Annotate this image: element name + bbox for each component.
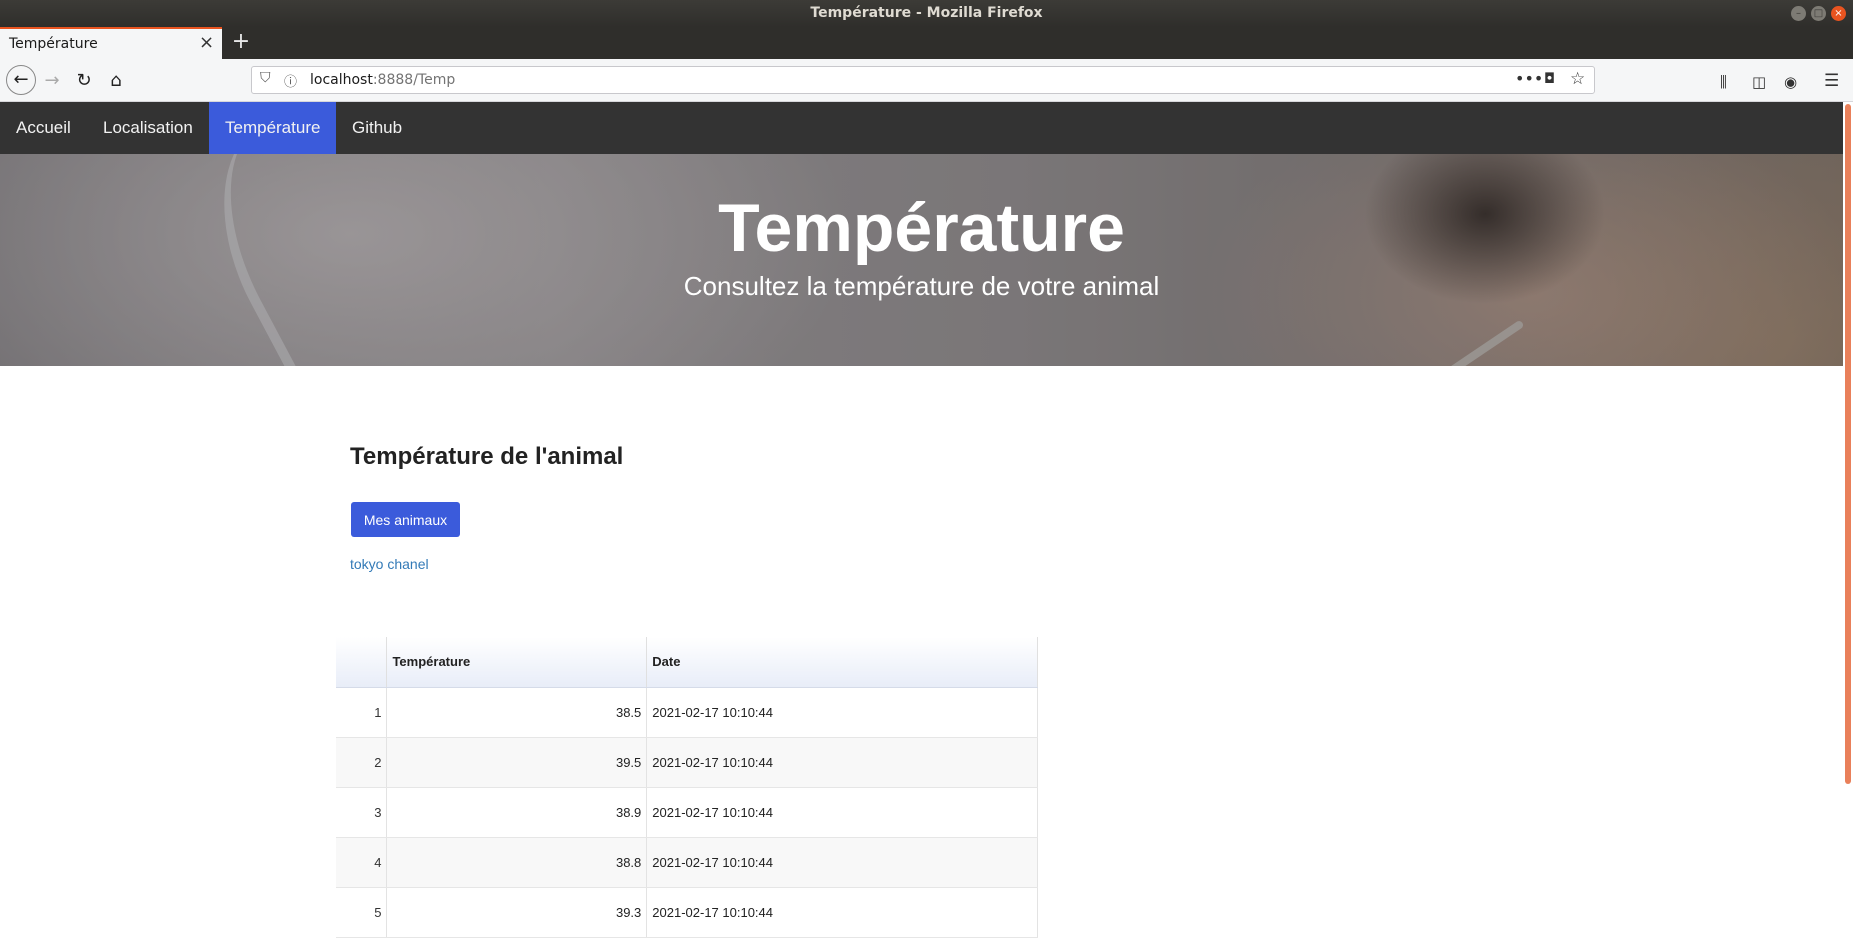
my-animals-button[interactable]: Mes animaux (351, 502, 460, 537)
nav-link-accueil[interactable]: Accueil (0, 102, 87, 154)
header-index[interactable] (336, 637, 388, 688)
window-title: Température - Mozilla Firefox (810, 5, 1043, 21)
section-title: Température de l'animal (350, 443, 624, 470)
nav-link-github[interactable]: Github (336, 102, 418, 154)
maximize-icon[interactable]: □ (1811, 6, 1826, 21)
row-index: 4 (336, 837, 388, 888)
hamburger-menu-icon[interactable]: ☰ (1824, 71, 1839, 91)
table-row[interactable]: 5 39.3 2021-02-17 10:10:44 (336, 887, 1038, 938)
hero-subtitle: Consultez la température de votre animal (683, 271, 1160, 301)
row-index: 2 (336, 737, 388, 788)
row-index: 1 (336, 687, 388, 738)
page-scrollbar[interactable] (1843, 102, 1853, 948)
library-icon[interactable]: ⫼ (1720, 73, 1727, 91)
browser-tab[interactable]: Température × (0, 27, 222, 59)
page-viewport: Accueil Localisation Température Github … (0, 102, 1853, 948)
hero-title: Température (718, 190, 1125, 266)
nav-link-localisation[interactable]: Localisation (87, 102, 209, 154)
row-date: 2021-02-17 10:10:44 (646, 887, 1038, 938)
table-row[interactable]: 1 38.5 2021-02-17 10:10:44 (336, 687, 1038, 738)
url-bar[interactable]: ⛉ ⓘ localhost:8888/Temp ••• ◘ ☆ (251, 66, 1595, 94)
url-host: localhost (310, 72, 373, 88)
site-navbar: Accueil Localisation Température Github (0, 102, 1843, 154)
row-date: 2021-02-17 10:10:44 (646, 837, 1038, 888)
row-index: 5 (336, 887, 388, 938)
back-icon[interactable]: ← (6, 65, 36, 95)
forward-icon[interactable]: → (38, 67, 66, 95)
row-date: 2021-02-17 10:10:44 (646, 687, 1038, 738)
close-tab-icon[interactable]: × (199, 32, 214, 53)
minimize-icon[interactable]: – (1791, 6, 1806, 21)
row-temperature: 39.3 (386, 887, 648, 938)
row-date: 2021-02-17 10:10:44 (646, 737, 1038, 788)
home-icon[interactable]: ⌂ (102, 67, 130, 95)
table-row[interactable]: 4 38.8 2021-02-17 10:10:44 (336, 837, 1038, 888)
shield-icon[interactable]: ⛉ (260, 70, 271, 86)
new-tab-icon[interactable]: + (231, 27, 251, 59)
row-temperature: 38.9 (386, 787, 648, 838)
header-date[interactable]: Date (646, 637, 1038, 688)
row-date: 2021-02-17 10:10:44 (646, 787, 1038, 838)
bookmark-star-icon[interactable]: ☆ (1570, 69, 1585, 89)
table-row[interactable]: 2 39.5 2021-02-17 10:10:44 (336, 737, 1038, 788)
close-window-icon[interactable]: × (1831, 6, 1846, 21)
tab-strip: Température × + (0, 27, 1853, 59)
account-icon[interactable]: ◉ (1784, 73, 1797, 91)
row-temperature: 38.5 (386, 687, 648, 738)
table-row[interactable]: 3 38.9 2021-02-17 10:10:44 (336, 787, 1038, 838)
url-path: :8888/Temp (372, 72, 456, 88)
window-titlebar: Température - Mozilla Firefox – □ × (0, 0, 1853, 27)
header-temperature[interactable]: Température (386, 637, 648, 688)
row-index: 3 (336, 787, 388, 838)
row-temperature: 38.8 (386, 837, 648, 888)
pocket-icon[interactable]: ◘ (1544, 71, 1555, 87)
sidebar-icon[interactable]: ◫ (1752, 73, 1766, 91)
scrollbar-thumb[interactable] (1845, 104, 1851, 784)
nav-link-temperature[interactable]: Température (209, 102, 337, 154)
site-info-icon[interactable]: ⓘ (284, 71, 297, 90)
page-actions-icon[interactable]: ••• (1515, 69, 1543, 88)
animal-link[interactable]: tokyo chanel (350, 556, 429, 572)
tab-title: Température (9, 36, 98, 52)
url-text[interactable]: localhost:8888/Temp (310, 72, 455, 88)
hero-banner: Température Consultez la température de … (0, 154, 1843, 366)
table-header-row: Température Date (336, 637, 1038, 688)
row-temperature: 39.5 (386, 737, 648, 788)
browser-toolbar: ← → ↻ ⌂ ⛉ ⓘ localhost:8888/Temp ••• ◘ ☆ … (0, 59, 1853, 102)
temperature-table: Température Date 1 38.5 2021-02-17 10:10… (336, 637, 1038, 938)
reload-icon[interactable]: ↻ (70, 67, 98, 95)
